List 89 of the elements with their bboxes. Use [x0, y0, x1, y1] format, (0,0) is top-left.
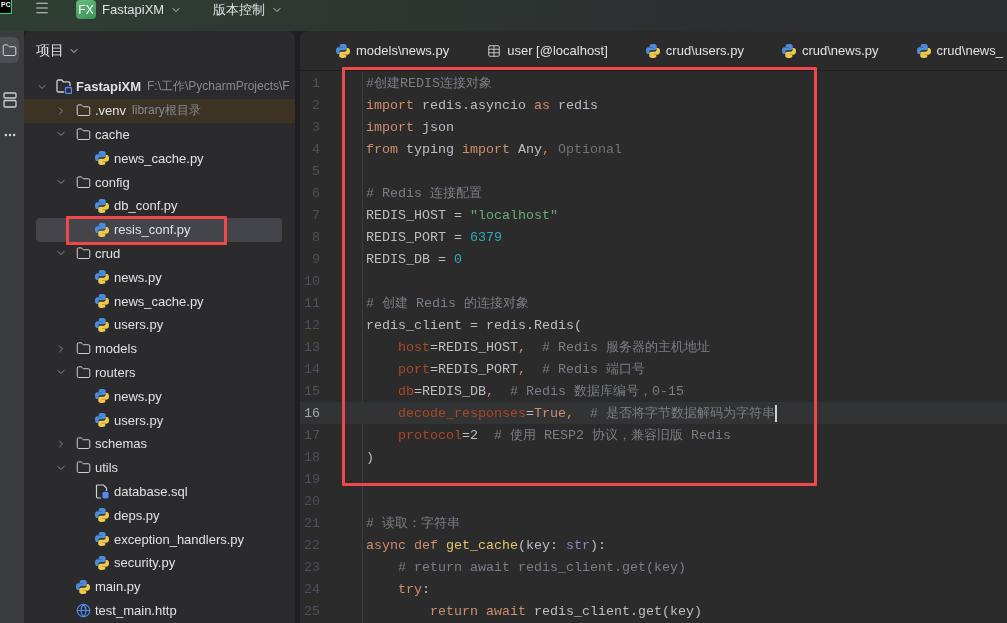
editor-tab[interactable]: models\news.py: [317, 31, 469, 70]
python-file-icon: [95, 555, 109, 570]
folder-icon: [75, 436, 91, 452]
code-line: protocol=2 # 使用 RESP2 协议，兼容旧版 Redis: [397, 427, 731, 444]
code-line: from typing import Any, Optional: [366, 141, 622, 157]
code-line: port=REDIS_PORT, # Redis 端口号: [397, 361, 645, 378]
code-line: # Redis 连接配置: [366, 185, 482, 202]
tree-item[interactable]: security.py: [36, 550, 282, 575]
folder-icon: [75, 174, 91, 190]
tree-item[interactable]: config: [36, 170, 282, 194]
python-file-icon: [76, 579, 90, 594]
python-file-icon: [95, 413, 109, 428]
tree-item[interactable]: .venv library根目录: [24, 98, 295, 123]
code-line: async def get_cache(key: str):: [366, 537, 606, 553]
code-line: host=REDIS_HOST, # Redis 服务器的主机地址: [397, 339, 710, 356]
tree-item[interactable]: resis_conf.py: [36, 217, 282, 242]
code-line: import json: [366, 119, 454, 135]
code-line: ): [366, 449, 374, 465]
editor-tab[interactable]: crud\users.py: [626, 31, 763, 70]
tree-item[interactable]: test_main.http: [36, 598, 282, 623]
tree-item[interactable]: deps.py: [36, 503, 282, 528]
tree-item[interactable]: db_conf.py: [36, 194, 282, 218]
python-file-icon: [95, 532, 109, 547]
database-file-icon: [95, 483, 109, 499]
tree-item[interactable]: models: [36, 336, 282, 361]
python-file-icon: [95, 294, 109, 309]
line-number: 16: [303, 405, 320, 421]
stacked-panels-icon: [2, 92, 17, 108]
code-line: # 创建 Redis 的连接对象: [366, 295, 529, 312]
tree-item[interactable]: schemas: [36, 431, 282, 456]
folder-icon: [2, 42, 17, 58]
python-file-icon: [95, 508, 109, 523]
path-hint: F:\工作\PycharmProjects\F: [147, 78, 290, 96]
code-line: # return await redis_client.get(key): [397, 559, 686, 575]
path-hint: library根目录: [132, 102, 201, 120]
code-line: redis_client = redis.Redis(: [366, 317, 582, 333]
folder-icon: [75, 341, 91, 357]
project-badge: FX: [76, 0, 96, 19]
text-cursor: [774, 404, 777, 422]
tree-item[interactable]: routers: [36, 360, 282, 385]
code-line: # 读取：字符串: [366, 515, 460, 532]
python-file-icon: [95, 389, 109, 404]
code-line: #创建REDIS连接对象: [366, 75, 492, 92]
tree-item[interactable]: users.py: [36, 408, 282, 432]
code-line: REDIS_HOST = "localhost": [366, 207, 558, 223]
folder-icon: [75, 245, 91, 261]
tree-item[interactable]: cache: [36, 122, 282, 147]
python-file-icon: [645, 43, 660, 58]
python-file-icon: [916, 43, 931, 58]
globe-icon: [75, 602, 91, 618]
tree-item[interactable]: news.py: [36, 384, 282, 409]
menu-icon[interactable]: [34, 0, 50, 16]
tree-item[interactable]: main.py: [36, 574, 282, 599]
tree-item[interactable]: crud: [36, 241, 282, 266]
tree-item[interactable]: utils: [36, 455, 282, 480]
code-line: decode_responses=True, # 是否将字节数据解码为字符串: [397, 405, 775, 422]
tree-item[interactable]: news_cache.py: [36, 146, 282, 171]
editor-tab[interactable]: crud\news_: [897, 31, 1003, 70]
code-line: db=REDIS_DB, # Redis 数据库编号，0-15: [397, 383, 684, 400]
python-file-icon: [95, 222, 109, 237]
folder-icon: [75, 127, 91, 142]
tree-item[interactable]: users.py: [36, 312, 282, 337]
code-line: return await redis_client.get(key): [429, 603, 702, 619]
code-line: import redis.asyncio as redis: [366, 97, 598, 113]
view-dropdown[interactable]: 项目: [36, 41, 80, 61]
folder-icon: [75, 460, 91, 476]
code-line: try:: [397, 581, 430, 597]
folder-with-square-icon: [56, 79, 72, 95]
python-file-icon: [336, 43, 350, 58]
tool-window-button[interactable]: [0, 89, 19, 111]
python-file-icon: [95, 151, 109, 166]
python-file-icon: [95, 198, 109, 213]
python-file-icon: [95, 270, 109, 285]
editor-tab[interactable]: user [@localhost]: [468, 31, 627, 70]
table-icon: [487, 43, 502, 58]
python-file-icon: [781, 43, 796, 58]
python-file-icon: [95, 317, 109, 332]
tree-item[interactable]: news_cache.py: [36, 289, 282, 313]
editor-tab[interactable]: crud\news.py: [762, 31, 898, 70]
tree-item[interactable]: exception_handlers.py: [36, 527, 282, 551]
tree-item[interactable]: news.py: [36, 265, 282, 290]
project-selector[interactable]: FX FastapiXM: [76, 0, 183, 19]
tree-item[interactable]: database.sql: [36, 479, 282, 504]
code-line: REDIS_DB = 0: [366, 251, 462, 267]
folder-icon: [75, 364, 91, 380]
tool-window-button[interactable]: [0, 37, 19, 63]
code-line: REDIS_PORT = 6379: [366, 229, 502, 245]
version-control-menu[interactable]: 版本控制: [213, 0, 284, 19]
folder-icon: [75, 103, 91, 119]
